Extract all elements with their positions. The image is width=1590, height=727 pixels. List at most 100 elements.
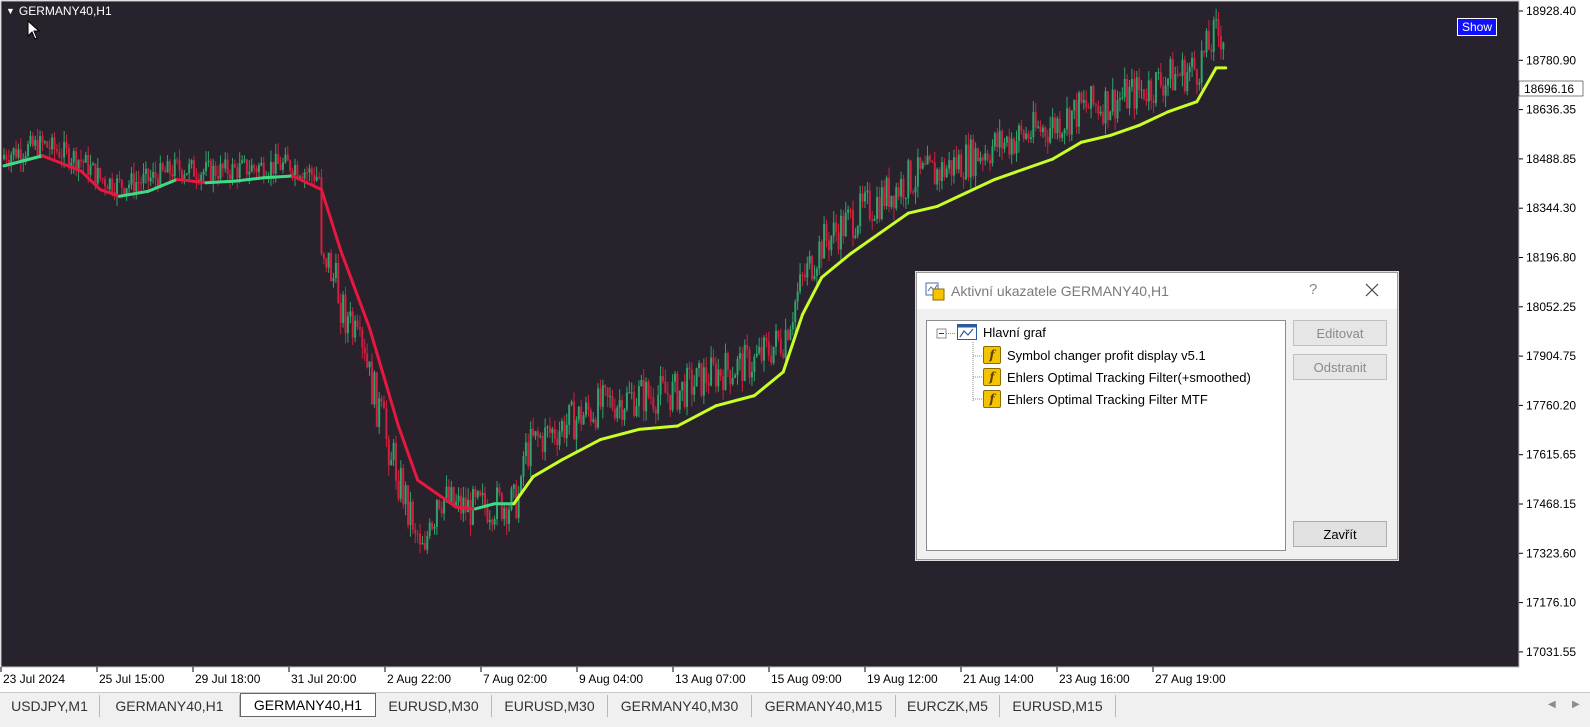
candle-body (965, 144, 967, 180)
candle-body (729, 370, 732, 385)
candle-body (645, 381, 648, 412)
active-indicators-dialog[interactable]: Aktivní ukazatele GERMANY40,H1 ? Hlavní … (916, 272, 1398, 560)
candle-body (137, 182, 140, 184)
tab-germany40-m15[interactable]: GERMANY40,M15 (752, 695, 896, 717)
candle-body (161, 163, 164, 170)
candle-body (1118, 98, 1121, 100)
candle-body (395, 442, 398, 481)
candle-body (48, 147, 51, 150)
arrow-right-icon[interactable]: ▶ (1572, 699, 1580, 710)
tree-item-indicator[interactable]: f Ehlers Optimal Tracking Filter MTF (983, 390, 1208, 408)
candle-body (731, 377, 734, 385)
candle-body (1164, 85, 1167, 96)
chart-symbol-label[interactable]: ▼ GERMANY40,H1 (6, 4, 112, 18)
filter-line-segment (204, 179, 237, 185)
candle-body (236, 167, 239, 178)
candle-body (459, 495, 462, 514)
candle-body (354, 320, 357, 338)
help-button[interactable]: ? (1309, 281, 1317, 298)
candle-body (84, 154, 87, 163)
tab-germany40-m30[interactable]: GERMANY40,M30 (608, 695, 752, 717)
chart-window-icon (957, 324, 977, 340)
candle-body (1080, 92, 1083, 103)
candle-body (128, 184, 131, 189)
tab-eurusd-m30[interactable]: EURUSD,M30 (376, 695, 492, 717)
close-dialog-button[interactable]: Zavřít (1293, 521, 1387, 547)
candle-body (241, 160, 244, 164)
dialog-titlebar[interactable]: Aktivní ukazatele GERMANY40,H1 ? (917, 273, 1397, 309)
candle-body (1034, 112, 1037, 128)
candle-body (3, 154, 5, 160)
candle-body (719, 369, 722, 377)
candle-body (950, 160, 953, 176)
candle-body (75, 151, 78, 170)
tree-item-indicator[interactable]: f Ehlers Optimal Tracking Filter(+smooth… (983, 368, 1251, 386)
candle-body (772, 346, 775, 363)
tab-usdjpy-m1[interactable]: USDJPY,M1 (0, 695, 100, 717)
candle-body (1063, 129, 1066, 134)
candle-body (796, 291, 799, 302)
tree-item-indicator[interactable]: f Symbol changer profit display v5.1 (983, 346, 1206, 364)
candle-body (471, 489, 474, 525)
price-tick-label: 18636.35 (1526, 103, 1576, 117)
candle-body (868, 190, 871, 220)
candle-body (274, 153, 277, 174)
candle-body (532, 428, 535, 436)
candle-body (1191, 57, 1194, 67)
candle-body (303, 172, 306, 179)
candle-body (1171, 59, 1174, 91)
candle-body (262, 162, 265, 179)
candle-body (469, 499, 472, 525)
indicator-label: Symbol changer profit display v5.1 (1007, 347, 1206, 363)
candle-body (390, 460, 393, 466)
candle-body (597, 388, 600, 428)
tab-eurusd-m15[interactable]: EURUSD,M15 (1000, 695, 1116, 717)
indicator-tree[interactable]: Hlavní graf f Symbol changer profit disp… (926, 320, 1286, 551)
candle-body (1015, 141, 1018, 154)
candle-body (7, 159, 10, 164)
tab-eurusd-m30-2[interactable]: EURUSD,M30 (492, 695, 608, 717)
arrow-left-icon[interactable]: ◀ (1548, 699, 1556, 710)
candle-body (844, 212, 847, 237)
candle-body (1114, 89, 1117, 119)
triangle-down-icon[interactable]: ▼ (6, 6, 15, 16)
candle-body (799, 274, 802, 292)
candle-body (416, 533, 419, 535)
candle-body (253, 165, 256, 169)
candle-body (294, 165, 297, 176)
candle-body (1010, 138, 1013, 155)
candle-body (82, 160, 85, 163)
candle-body (823, 224, 826, 259)
candle-body (385, 408, 388, 439)
tab-eurczk-m5[interactable]: EURCZK,M5 (896, 695, 1000, 717)
candle-body (118, 178, 121, 180)
candle-body (758, 346, 761, 354)
candle-body (325, 258, 328, 268)
candle-body (705, 367, 708, 384)
candle-body (457, 495, 460, 502)
candle-body (164, 169, 167, 173)
candle-body (488, 519, 491, 523)
remove-button[interactable]: Odstranit (1293, 354, 1387, 380)
candle-body (686, 367, 689, 407)
candle-body (1046, 136, 1049, 143)
candle-body (560, 421, 563, 432)
tree-root-main-chart[interactable]: Hlavní graf (957, 324, 1046, 340)
candle-body (173, 159, 176, 177)
candle-body (426, 536, 429, 550)
candle-body (1203, 50, 1206, 53)
edit-button[interactable]: Editovat (1293, 320, 1387, 346)
tab-germany40-h1-active[interactable]: GERMANY40,H1 (240, 693, 376, 717)
show-button[interactable]: Show (1457, 18, 1497, 36)
candle-body (621, 400, 624, 421)
candle-body (467, 499, 470, 513)
candle-body (524, 442, 527, 457)
candle-body (296, 165, 299, 177)
candle-body (981, 157, 984, 161)
candle-body (1142, 89, 1145, 99)
candle-body (147, 168, 150, 182)
tab-germany40-h1[interactable]: GERMANY40,H1 (100, 695, 240, 717)
candle-body (693, 386, 696, 395)
candle-body (556, 438, 559, 446)
close-button[interactable] (1357, 277, 1387, 303)
